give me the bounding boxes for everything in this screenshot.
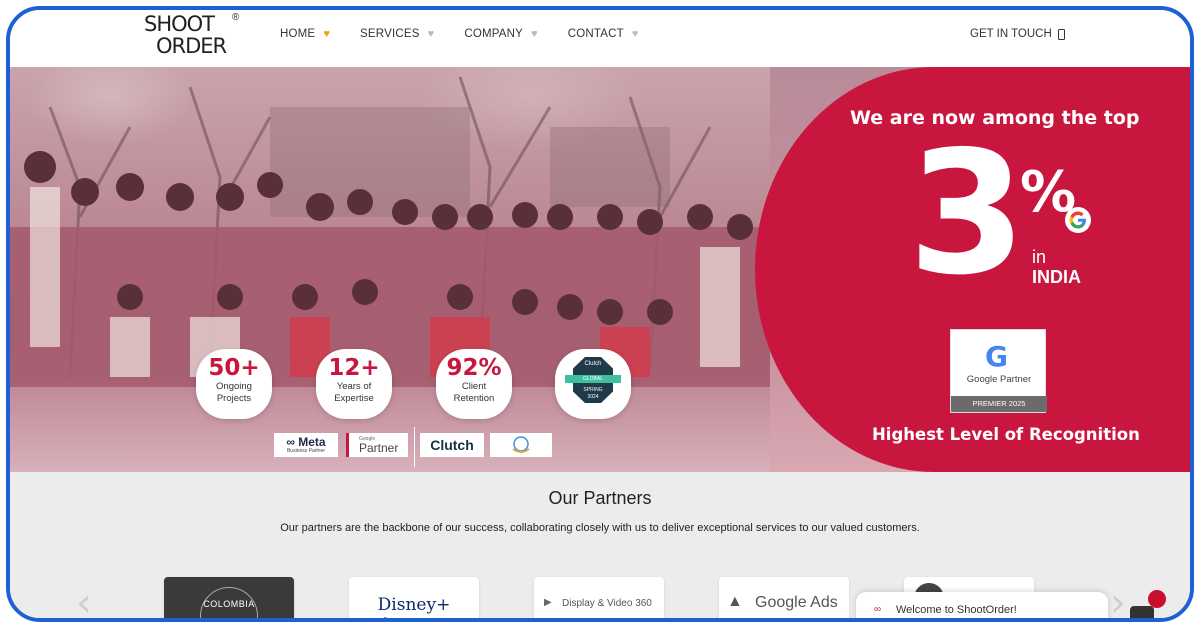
stat-client-retention: 92% Client Retention bbox=[436, 349, 512, 419]
partners-title: Our Partners bbox=[548, 488, 652, 508]
hero-banner: We are now among the top 3 % in INDIA G … bbox=[10, 67, 1190, 472]
google-g-icon: G bbox=[985, 340, 1008, 373]
team-photo bbox=[10, 76, 770, 387]
play-icon: ▶ bbox=[544, 597, 552, 608]
partners-subtitle: Our partners are the backbone of our suc… bbox=[280, 522, 920, 534]
team-photo-background bbox=[10, 67, 770, 472]
chat-logo-icon: ∞ bbox=[874, 604, 882, 615]
browser-frame: SHOOT ORDER ® HOME ♥ SERVICES ♥ COMPANY … bbox=[6, 6, 1194, 622]
stat-years-expertise: 12+ Years of Expertise bbox=[316, 349, 392, 419]
partner-card-hotstar[interactable]: Disney+ hotstar bbox=[349, 577, 479, 618]
nav-label-company: COMPANY bbox=[464, 28, 524, 40]
clutch-badge-year: 2024 bbox=[587, 394, 599, 400]
award-icon bbox=[512, 436, 530, 453]
nav-label-contact: CONTACT bbox=[567, 28, 624, 40]
country-label: INDIA bbox=[1032, 267, 1081, 287]
nav-item-services[interactable]: SERVICES ♥ bbox=[360, 28, 434, 40]
clutch-badge-ribbon: GLOBAL bbox=[565, 375, 621, 383]
stat-label-line2: Retention bbox=[453, 393, 495, 405]
clutch-strip-label: Clutch bbox=[430, 437, 474, 453]
partner-name: Disney+ hotstar bbox=[377, 595, 451, 618]
partner-name: Display & Video 360 bbox=[562, 598, 652, 609]
clutch-strip-badge: Clutch bbox=[420, 433, 484, 457]
stat-value: 50+ bbox=[208, 355, 260, 381]
in-label: in bbox=[1032, 247, 1047, 267]
heart-icon: ♥ bbox=[531, 28, 538, 40]
carousel-next-icon[interactable]: › bbox=[1110, 580, 1126, 618]
chat-welcome-text: Welcome to ShootOrder! bbox=[896, 604, 1017, 616]
notification-dot bbox=[1148, 590, 1166, 608]
logo-text-line2: ORDER bbox=[156, 34, 227, 58]
stat-label-line1: Ongoing bbox=[216, 381, 252, 392]
cta-label: GET IN TOUCH bbox=[970, 28, 1052, 40]
phone-icon bbox=[1057, 28, 1065, 40]
badge-divider bbox=[414, 427, 415, 467]
stat-ongoing-projects: 50+ Ongoing Projects bbox=[196, 349, 272, 419]
google-strip-label: Partner bbox=[359, 440, 399, 455]
shootorder-logo[interactable]: SHOOT ORDER ® bbox=[142, 12, 252, 62]
partner-card-colombia[interactable]: COLOMBIA bbox=[164, 577, 294, 618]
meta-label: ∞ Meta bbox=[286, 435, 326, 449]
partner-name: Google Ads bbox=[755, 594, 838, 611]
partner-card-dv360[interactable]: ▶ Display & Video 360 bbox=[534, 577, 664, 618]
chat-toggle-button[interactable] bbox=[1130, 606, 1154, 618]
registered-mark: ® bbox=[232, 12, 240, 23]
google-ads-icon: ▲ bbox=[727, 593, 743, 610]
nav-item-company[interactable]: COMPANY ♥ bbox=[464, 28, 537, 40]
google-g-icon bbox=[1065, 207, 1091, 233]
recognition-text: Highest Level of Recognition bbox=[872, 425, 1140, 444]
award-strip-badge bbox=[490, 433, 552, 457]
google-partner-label: Google Partner bbox=[966, 374, 1032, 385]
logo-text-line1: SHOOT bbox=[144, 12, 215, 36]
heart-icon: ♥ bbox=[631, 28, 639, 40]
stat-value: 92% bbox=[446, 355, 502, 381]
stat-label-line2: Expertise bbox=[334, 393, 374, 405]
google-partner-badge: G Google Partner PREMIER 2025 bbox=[950, 329, 1047, 413]
nav-label-services: SERVICES bbox=[360, 28, 420, 40]
meta-sub: Business Partner bbox=[286, 448, 326, 454]
stat-value: 12+ bbox=[328, 355, 380, 381]
stat-label-line1: Client bbox=[461, 381, 487, 392]
clutch-badge-title: Clutch bbox=[584, 361, 602, 367]
stat-label-line2: Projects bbox=[216, 393, 252, 405]
heart-icon: ♥ bbox=[427, 28, 435, 40]
clutch-global-badge: Clutch GLOBAL SPRING 2024 bbox=[555, 349, 631, 419]
stat-label-line1: Years of bbox=[336, 381, 372, 392]
partner-name: COLOMBIA bbox=[203, 599, 255, 609]
site-header: SHOOT ORDER ® HOME ♥ SERVICES ♥ COMPANY … bbox=[10, 10, 1190, 67]
chat-widget[interactable]: ∞ Welcome to ShootOrder! bbox=[856, 592, 1108, 618]
google-partner-strip-badge: Google Partner bbox=[346, 433, 408, 457]
carousel-prev-icon[interactable]: ‹ bbox=[76, 580, 92, 618]
nav-item-contact[interactable]: CONTACT ♥ bbox=[568, 28, 639, 40]
get-in-touch-link[interactable]: GET IN TOUCH bbox=[970, 28, 1065, 40]
partner-card-google-ads[interactable]: ▲ Google Ads bbox=[719, 577, 849, 618]
main-nav: HOME ♥ SERVICES ♥ COMPANY ♥ CONTACT ♥ bbox=[280, 28, 669, 40]
heart-icon: ♥ bbox=[323, 28, 331, 40]
meta-business-partner-badge: ∞ Meta Business Partner bbox=[274, 433, 338, 457]
premier-label: PREMIER 2025 bbox=[951, 396, 1047, 412]
nav-label-home: HOME bbox=[280, 28, 316, 40]
rank-number: 3 bbox=[908, 115, 1026, 313]
clutch-badge-season: SPRING bbox=[583, 387, 603, 393]
nav-item-home[interactable]: HOME ♥ bbox=[280, 28, 330, 40]
